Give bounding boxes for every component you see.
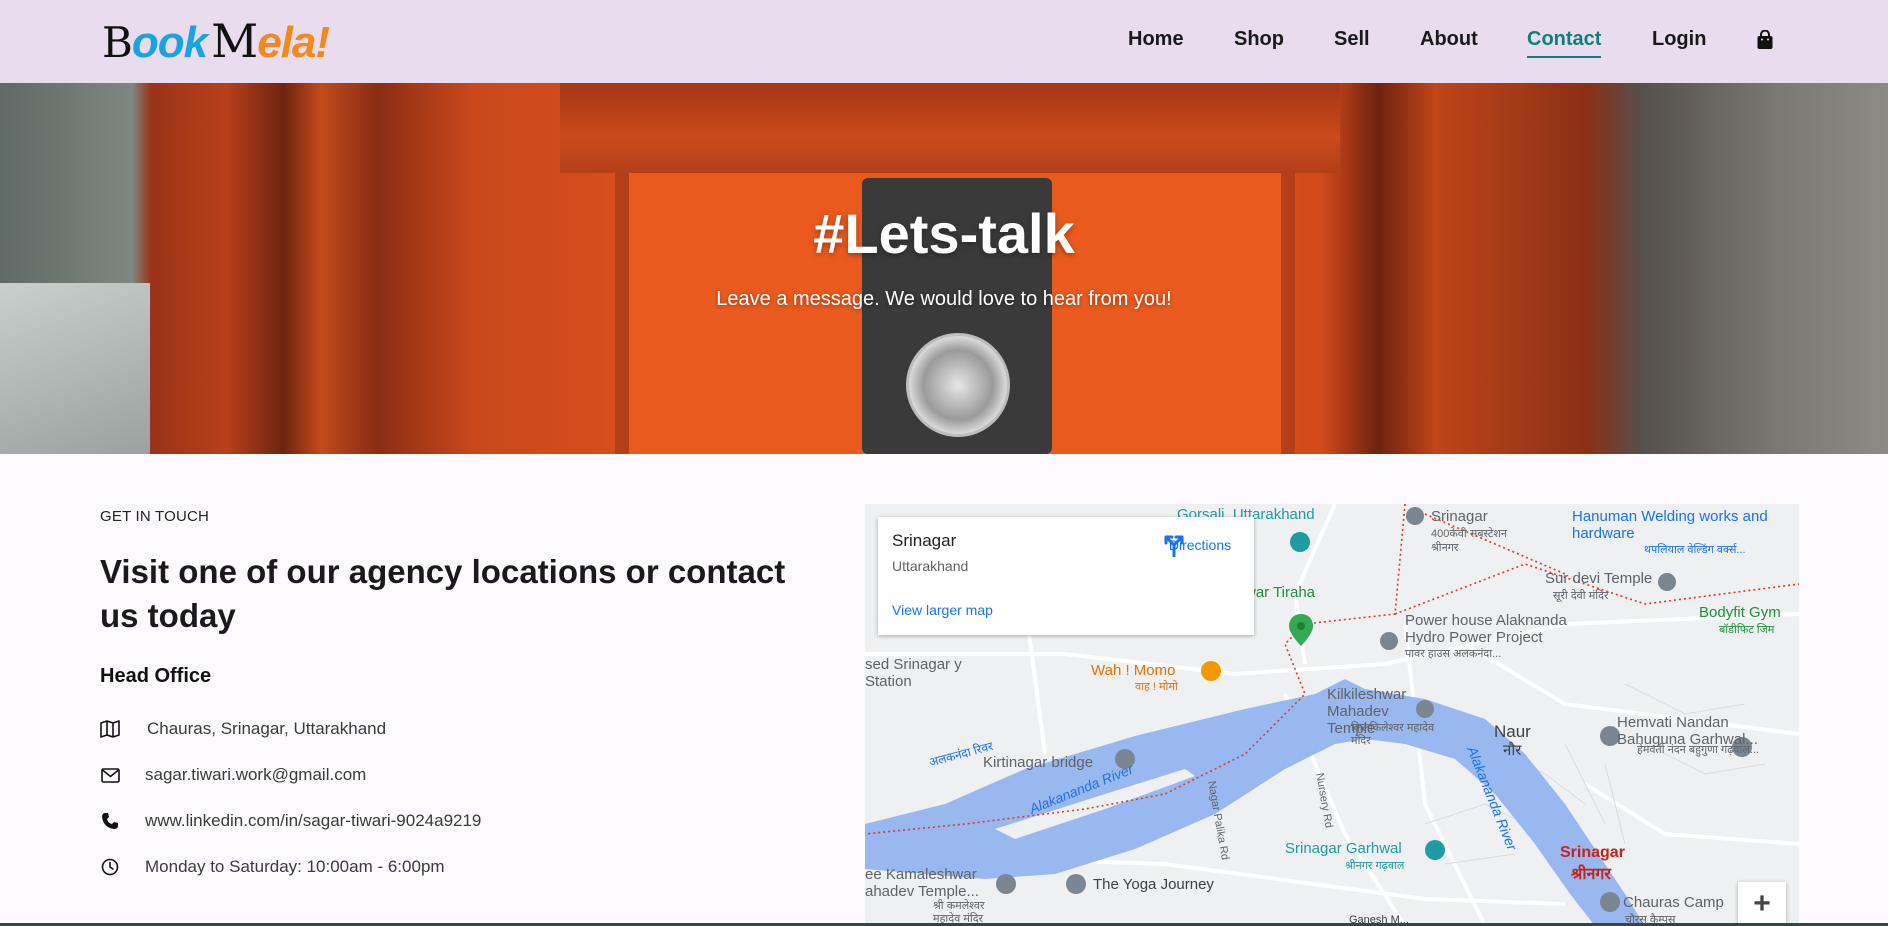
map-label: वाह ! मोमो [1135, 681, 1178, 693]
map-label: Hemvati Nandan Bahuguna Garhwal... [1617, 714, 1758, 748]
hero-booth-frame [560, 83, 1340, 173]
directions-icon [1164, 535, 1184, 557]
shopping-bag-icon[interactable] [1756, 30, 1774, 50]
nav-about[interactable]: About [1420, 28, 1478, 51]
rotary-dial-image [906, 333, 1010, 437]
map-label: Sur devi Temple [1545, 570, 1653, 587]
phone-icon [100, 811, 120, 831]
address-row: Chauras, Srinagar, Uttarakhand [100, 717, 386, 741]
nav-shop[interactable]: Shop [1234, 28, 1284, 51]
map-place-region: Uttarakhand [892, 558, 969, 574]
map-label: Srinagar Garhwal [1285, 840, 1402, 857]
nav-home[interactable]: Home [1128, 28, 1184, 51]
logo-letter-m: M [211, 14, 258, 68]
map-label: ee Kamaleshwar ahadev Temple... [865, 866, 979, 900]
location-map[interactable]: Gorsali, Uttarakhand Srinagar 400केवी सब… [865, 504, 1799, 926]
map-label: पावर हाउस अलकनंदा... [1405, 648, 1502, 660]
hours-text: Monday to Saturday: 10:00am - 6:00pm [145, 857, 445, 876]
email-row: sagar.tiwari.work@gmail.com [100, 763, 366, 787]
logo[interactable]: B ook M ela! [102, 14, 330, 68]
phone-row: www.linkedin.com/in/sagar-tiwari-9024a92… [100, 809, 481, 833]
hero-title: #Lets-talk [813, 202, 1075, 265]
map-label: नौर [1503, 742, 1522, 759]
map-label: बॉडीफिट जिम [1719, 624, 1775, 636]
map-label: war Tiraha [1245, 584, 1316, 601]
map-label: Kirtinagar bridge [983, 754, 1094, 771]
site-header: B ook M ela! Home Shop Sell About Contac… [0, 0, 1888, 83]
directions-button[interactable]: Directions [1160, 531, 1240, 557]
clock-icon [100, 857, 120, 877]
map-place-name: Srinagar [892, 531, 957, 550]
map-label: Naur [1494, 722, 1531, 741]
map-label: Power house Alaknanda Hydro Power Projec… [1405, 612, 1567, 646]
logo-text-ook: ook [131, 18, 208, 67]
map-label: Srinagar [1431, 508, 1488, 525]
section-kicker: GET IN TOUCH [100, 508, 210, 525]
view-larger-map-link[interactable]: View larger map [892, 602, 993, 618]
email-text[interactable]: sagar.tiwari.work@gmail.com [145, 765, 366, 785]
map-label: Bodyfit Gym [1699, 604, 1781, 621]
map-label: श्रीनगर गढ़वाल [1345, 860, 1405, 872]
hero-subtitle: Leave a message. We would love to hear f… [716, 288, 1172, 310]
hours-row: Monday to Saturday: 10:00am - 6:00pm [100, 855, 445, 879]
section-heading: Visit one of our agency locations or con… [100, 553, 786, 634]
map-label: श्रीनगर [1571, 866, 1611, 883]
map-label: श्रीनगर [1431, 542, 1459, 554]
plus-icon: + [1753, 887, 1771, 920]
map-label: थपलियाल वेल्डिंग वर्क्स... [1644, 544, 1746, 556]
map-icon [100, 719, 120, 739]
linkedin-text[interactable]: www.linkedin.com/in/sagar-tiwari-9024a92… [145, 811, 481, 831]
map-label: The Yoga Journey [1093, 876, 1214, 893]
nav-contact[interactable]: Contact [1527, 28, 1602, 58]
map-label: Hanuman Welding works and hardware [1572, 508, 1768, 542]
head-office-title: Head Office [100, 665, 212, 687]
envelope-icon [100, 765, 120, 785]
map-label: सूरी देवी मंदिर [1553, 590, 1609, 602]
zoom-in-button[interactable]: + [1738, 882, 1786, 926]
map-label: 400केवी सबस्टेशन [1431, 528, 1507, 540]
address-text: Chauras, Srinagar, Uttarakhand [147, 719, 387, 738]
map-label: Chauras Camp [1623, 894, 1724, 911]
map-label: sed Srinagar y Station [865, 656, 962, 690]
map-place-card: Srinagar Uttarakhand View larger map Dir… [878, 517, 1254, 635]
logo-letter-b: B [102, 18, 133, 67]
map-label: किलकिलेश्वर महादेव मंदिर [1351, 722, 1435, 747]
logo-text-ela: ela! [257, 18, 330, 67]
nav-login[interactable]: Login [1652, 28, 1706, 51]
nav-sell[interactable]: Sell [1334, 28, 1370, 51]
map-label: हेमवती नंदन बहुगुणा गढ़वाल... [1637, 744, 1759, 756]
map-label: Wah ! Momo [1091, 662, 1176, 679]
hero-banner: #Lets-talk Leave a message. We would lov… [0, 83, 1888, 454]
map-label: Srinagar [1560, 844, 1625, 861]
